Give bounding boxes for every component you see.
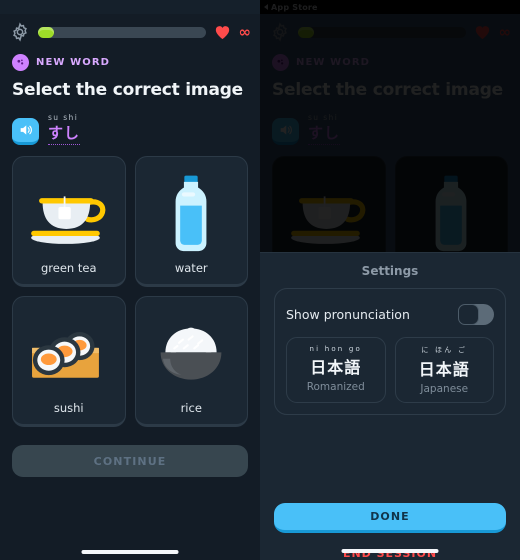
choice-grid: green tea water (0, 145, 260, 427)
dual-screenshot: ∞ NEW WORD Select the correct image su s… (0, 0, 520, 560)
gear-icon[interactable] (10, 22, 30, 42)
home-indicator (341, 549, 439, 553)
settings-sheet: Settings Show pronunciation ni hon go 日本… (260, 252, 520, 560)
exercise-topbar: ∞ (0, 14, 260, 46)
script-option-ruby: ni hon go (309, 345, 362, 353)
exercise-screen: ∞ NEW WORD Select the correct image su s… (0, 0, 260, 560)
lesson-progress-fill (38, 26, 54, 38)
word-romaji: su shi (48, 113, 79, 122)
settings-title: Settings (361, 264, 419, 278)
new-word-chip: NEW WORD (0, 46, 260, 71)
heart-icon (214, 24, 231, 40)
lesson-progress-bar (38, 26, 206, 38)
script-option-word: 日本語 (418, 360, 470, 379)
status-bar (0, 0, 260, 14)
choice-label: water (174, 261, 208, 275)
show-pronunciation-label: Show pronunciation (286, 306, 410, 322)
script-option-ruby: に ほん ご (421, 346, 468, 354)
speaker-icon[interactable] (12, 118, 39, 145)
word-text: すし (48, 122, 81, 145)
target-word[interactable]: su shi すし (48, 113, 81, 145)
teacup-icon (17, 167, 121, 261)
sushi-icon (17, 307, 121, 401)
settings-card: Show pronunciation ni hon go 日本語 Romaniz… (274, 288, 506, 415)
script-option-caption: Japanese (420, 383, 469, 395)
choice-label: rice (180, 401, 202, 415)
choice-label: green tea (40, 261, 97, 275)
toggle-knob (458, 303, 479, 325)
choice-tile-green-tea[interactable]: green tea (12, 156, 126, 287)
choice-tile-sushi[interactable]: sushi (12, 296, 126, 427)
script-option-caption: Romanized (306, 381, 365, 393)
script-option-romanized[interactable]: ni hon go 日本語 Romanized (286, 337, 386, 403)
home-indicator (81, 550, 179, 554)
rice-bowl-icon (140, 307, 244, 401)
choice-label: sushi (53, 401, 84, 415)
show-pronunciation-row[interactable]: Show pronunciation (286, 298, 494, 330)
done-button[interactable]: DONE (274, 503, 506, 533)
new-word-label: NEW WORD (36, 57, 111, 68)
end-session-button[interactable]: END SESSION (274, 533, 506, 560)
infinite-hearts-label: ∞ (238, 22, 251, 41)
script-option-word: 日本語 (310, 358, 362, 377)
settings-modal-screen: App Store ∞ (260, 0, 520, 560)
script-option-row: ni hon go 日本語 Romanized に ほん ご 日本語 Japan… (286, 337, 494, 403)
word-prompt-row: su shi すし (0, 100, 260, 145)
choice-tile-water[interactable]: water (134, 156, 248, 287)
choice-tile-rice[interactable]: rice (134, 296, 248, 427)
water-bottle-icon (140, 167, 244, 261)
script-option-japanese[interactable]: に ほん ご 日本語 Japanese (394, 337, 494, 403)
show-pronunciation-toggle[interactable] (458, 303, 494, 325)
continue-button[interactable]: CONTINUE (12, 445, 248, 477)
new-word-badge-icon (12, 54, 29, 71)
page-title: Select the correct image (12, 80, 244, 100)
